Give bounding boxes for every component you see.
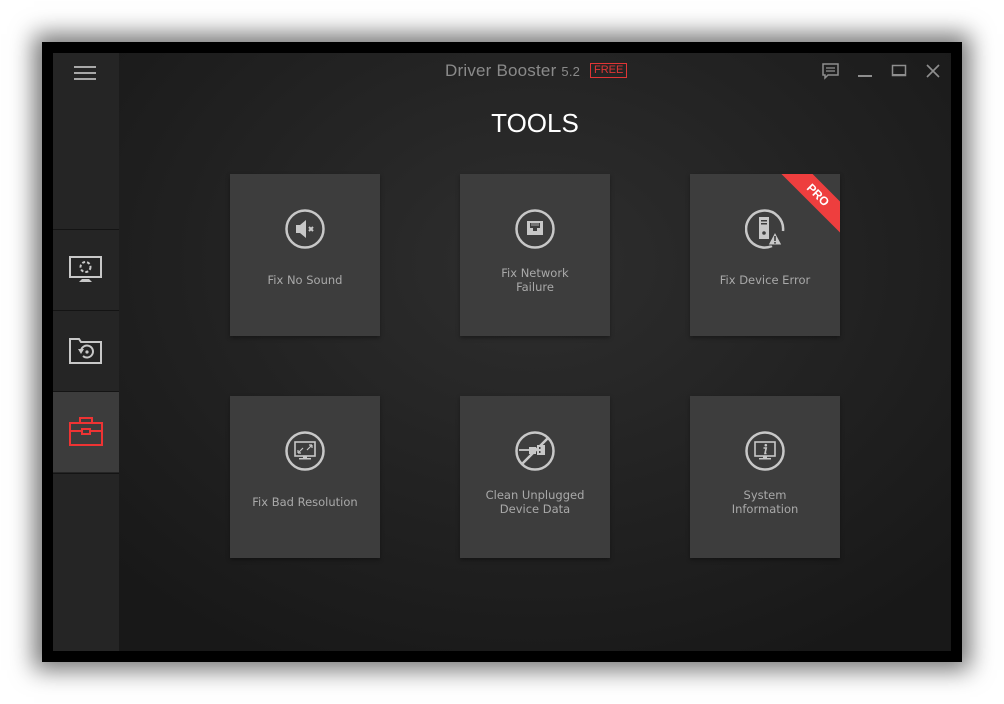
hamburger-menu-button[interactable] <box>74 66 98 82</box>
tool-label: System Information <box>731 488 799 516</box>
tool-label: Fix Bad Resolution <box>252 495 358 509</box>
monitor-scan-icon <box>69 256 102 282</box>
app-window: Driver Booster 5.2 FREE TOOLS Fix No Sou… <box>53 53 951 651</box>
app-title: Driver Booster 5.2 <box>445 61 580 81</box>
monitor-info-icon <box>745 431 785 471</box>
app-name: Driver Booster <box>445 61 557 80</box>
ethernet-port-icon <box>515 209 555 249</box>
speaker-mute-icon <box>285 209 325 249</box>
tool-fix-no-sound[interactable]: Fix No Sound <box>230 174 380 336</box>
tool-system-information[interactable]: System Information <box>690 396 840 558</box>
app-version: 5.2 <box>561 64 581 79</box>
hamburger-menu-icon <box>74 66 96 68</box>
tool-label: Clean Unplugged Device Data <box>485 488 585 516</box>
sidebar-item-tools[interactable] <box>53 391 119 472</box>
feedback-button[interactable] <box>821 62 841 80</box>
main-panel: Driver Booster 5.2 FREE TOOLS Fix No Sou… <box>119 53 951 651</box>
monitor-resize-icon <box>285 431 325 471</box>
app-window-frame: Driver Booster 5.2 FREE TOOLS Fix No Sou… <box>42 42 962 662</box>
usb-unplugged-icon <box>515 431 555 471</box>
folder-restore-icon <box>69 338 102 364</box>
toolbox-icon <box>69 417 103 446</box>
chat-icon <box>822 62 839 80</box>
page-title: TOOLS <box>491 108 579 138</box>
title-bar[interactable]: Driver Booster 5.2 FREE <box>119 53 951 89</box>
close-icon <box>926 64 940 78</box>
minimize-button[interactable] <box>855 62 875 80</box>
tool-fix-network-failure[interactable]: Fix Network Failure <box>460 174 610 336</box>
maximize-icon <box>891 64 907 77</box>
tool-label: Fix Device Error <box>719 273 811 287</box>
maximize-button[interactable] <box>889 62 909 80</box>
sidebar-divider <box>53 473 119 474</box>
tool-fix-bad-resolution[interactable]: Fix Bad Resolution <box>230 396 380 558</box>
tool-clean-unplugged-device-data[interactable]: Clean Unplugged Device Data <box>460 396 610 558</box>
sidebar <box>53 53 119 651</box>
device-warning-icon <box>745 209 785 249</box>
sidebar-item-rescue-center[interactable] <box>53 310 119 391</box>
close-button[interactable] <box>923 62 943 80</box>
tool-label: Fix No Sound <box>267 273 343 287</box>
edition-badge[interactable]: FREE <box>590 63 628 78</box>
sidebar-item-scan[interactable] <box>53 229 119 310</box>
minimize-icon <box>858 75 872 77</box>
tool-label: Fix Network Failure <box>501 266 569 294</box>
tool-fix-device-error[interactable]: PRO Fix Device Error <box>690 174 840 336</box>
